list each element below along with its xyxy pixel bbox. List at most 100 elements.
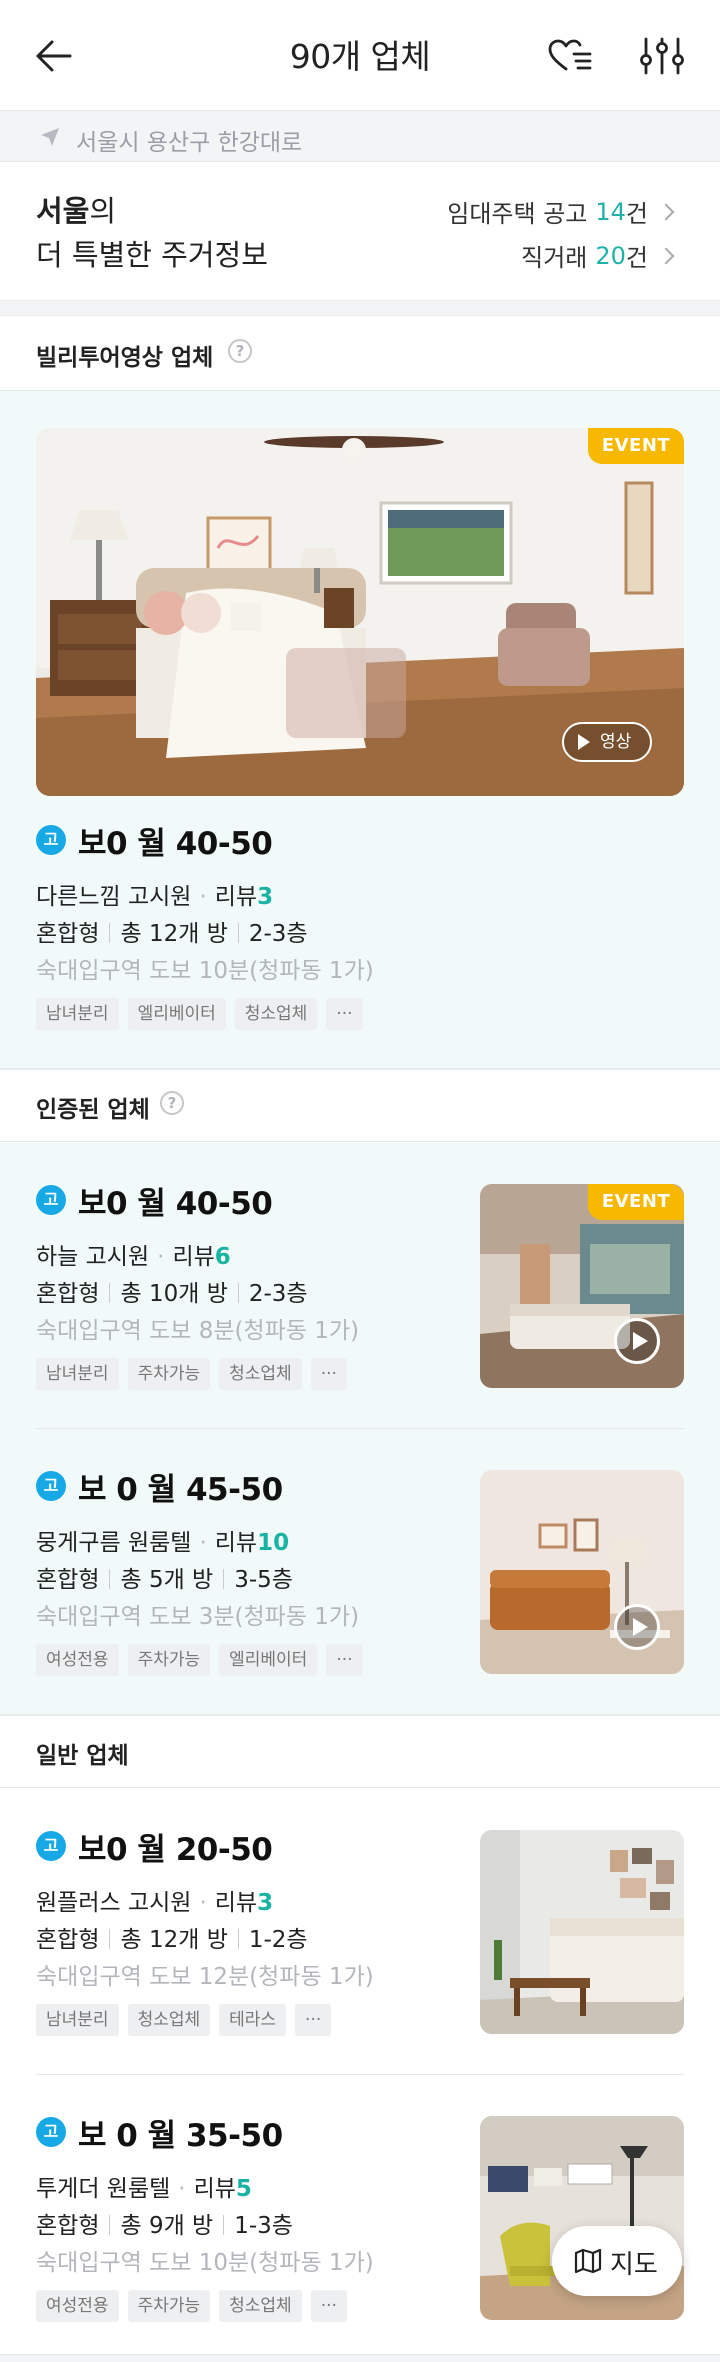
video-play-button[interactable] xyxy=(614,1604,660,1650)
map-icon xyxy=(574,2248,602,2274)
page-title: 90개 업체 xyxy=(289,37,431,76)
direct-deal-link[interactable]: 직거래 20 건 xyxy=(521,238,675,273)
room-photo xyxy=(480,1470,684,1674)
listing-tags: 여성전용 주차가능 청소업체 ··· xyxy=(36,2290,356,2322)
listing-station: 숙대입구역 도보 10분(청파동 1가) xyxy=(36,2250,374,2276)
listing-name-line: 하늘 고시원 · 리뷰6 xyxy=(36,1244,231,1270)
video-play-button[interactable] xyxy=(614,1318,660,1364)
listing-name: 다른느낌 고시원 xyxy=(36,884,192,910)
listing-specs: 혼합형 총 9개 방 1-3층 xyxy=(36,2206,293,2240)
video-play-button[interactable]: 영상 xyxy=(562,722,652,762)
navigation-arrow-icon xyxy=(41,128,59,146)
tag: 주차가능 xyxy=(127,1644,211,1676)
review-label: 리뷰 xyxy=(214,1890,258,1916)
rental-notice-label: 임대주택 공고 xyxy=(447,200,588,228)
video-label: 영상 xyxy=(600,732,632,752)
section-title: 일반 업체 xyxy=(36,1743,129,1769)
help-icon[interactable]: ? xyxy=(160,1091,184,1115)
room-type: 혼합형 xyxy=(36,1281,100,1307)
tag: 여성전용 xyxy=(36,2290,119,2322)
review-label: 리뷰 xyxy=(214,1530,258,1556)
more-tags[interactable]: ··· xyxy=(310,2290,347,2322)
type-badge: 고 xyxy=(36,1185,66,1215)
listing-price: 보0 월 20-50 xyxy=(78,1832,273,1868)
listing-name-line: 뭉게구름 원룸텔 · 리뷰10 xyxy=(36,1530,290,1556)
room-type: 혼합형 xyxy=(36,921,100,947)
floors: 3-5층 xyxy=(234,1567,293,1593)
location-bar[interactable]: 서울시 용산구 한강대로 xyxy=(0,110,720,162)
listing-tags: 남녀분리 주차가능 청소업체 ··· xyxy=(36,1358,356,1390)
verified-section-header: 인증된 업체 ? xyxy=(0,1070,720,1142)
listing-thumbnail[interactable] xyxy=(480,1470,684,1674)
review-count: 10 xyxy=(257,1530,290,1556)
tag: 청소업체 xyxy=(219,1358,302,1390)
map-button[interactable]: 지도 xyxy=(552,2226,682,2296)
play-icon xyxy=(578,734,590,750)
rental-notice-link[interactable]: 임대주택 공고 14 건 xyxy=(447,194,675,229)
favorites-button[interactable] xyxy=(548,38,592,74)
floors: 1-2층 xyxy=(248,1927,308,1953)
review-label: 리뷰 xyxy=(214,884,258,910)
event-badge: EVENT xyxy=(588,428,684,464)
listing-name-line: 투게더 원룸텔 · 리뷰5 xyxy=(36,2176,252,2202)
more-tags[interactable]: ··· xyxy=(310,1358,347,1390)
listing-name: 뭉게구름 원룸텔 xyxy=(36,1530,192,1556)
review-count: 3 xyxy=(257,1890,274,1916)
room-count: 총 9개 방 xyxy=(120,2213,214,2239)
app-header: 90개 업체 xyxy=(0,0,720,110)
tag: 테라스 xyxy=(219,2004,287,2036)
listing-station: 숙대입구역 도보 3분(청파동 1가) xyxy=(36,1604,360,1630)
review-label: 리뷰 xyxy=(172,1244,215,1270)
floors: 1-3층 xyxy=(234,2213,293,2239)
tag: 청소업체 xyxy=(234,998,318,1030)
general-section-header: 일반 업체 xyxy=(0,1716,720,1788)
room-count: 총 12개 방 xyxy=(120,921,228,947)
listing-price: 보 0 월 45-50 xyxy=(78,1472,283,1508)
listing-name-line: 다른느낌 고시원 · 리뷰3 xyxy=(36,884,274,910)
chevron-right-icon xyxy=(657,203,675,220)
list-divider xyxy=(36,1428,684,1429)
help-icon[interactable]: ? xyxy=(228,339,252,363)
tag: 남녀분리 xyxy=(36,2004,119,2036)
room-type: 혼합형 xyxy=(36,1567,100,1593)
bottom-divider xyxy=(0,2354,720,2362)
tag: 남녀분리 xyxy=(36,1358,119,1390)
review-count: 3 xyxy=(257,884,274,910)
section-title: 인증된 업체 xyxy=(36,1097,150,1123)
listing-station: 숙대입구역 도보 10분(청파동 1가) xyxy=(36,958,374,984)
city-heading: 서울의 xyxy=(36,188,116,230)
listing-tags: 여성전용 주차가능 엘리베이터 ··· xyxy=(36,1644,372,1676)
tag: 청소업체 xyxy=(219,2290,302,2322)
event-badge: EVENT xyxy=(588,1184,684,1220)
tag: 엘리베이터 xyxy=(219,1644,318,1676)
more-tags[interactable]: ··· xyxy=(295,2004,332,2036)
heart-list-icon xyxy=(548,39,592,71)
filter-button[interactable] xyxy=(640,36,684,76)
room-type: 혼합형 xyxy=(36,1927,100,1953)
floors: 2-3층 xyxy=(248,921,308,947)
review-count: 5 xyxy=(235,2176,252,2202)
more-tags[interactable]: ··· xyxy=(326,998,363,1030)
video-section-header: 빌리투어영상 업체 ? xyxy=(0,316,720,390)
tag: 청소업체 xyxy=(127,2004,211,2036)
tag: 주차가능 xyxy=(127,2290,211,2322)
direct-deal-label: 직거래 xyxy=(521,244,588,272)
direct-deal-count: 20 xyxy=(595,241,626,270)
city-summary: 서울의 더 특별한 주거정보 임대주택 공고 14 건 직거래 20 건 xyxy=(0,162,720,294)
floors: 2-3층 xyxy=(248,1281,308,1307)
tag: 남녀분리 xyxy=(36,998,119,1030)
section-divider xyxy=(0,300,720,316)
listing-name: 원플러스 고시원 xyxy=(36,1890,192,1916)
rental-notice-count: 14 xyxy=(595,197,626,226)
tag: 여성전용 xyxy=(36,1644,119,1676)
room-count: 총 5개 방 xyxy=(120,1567,214,1593)
room-count: 총 10개 방 xyxy=(120,1281,228,1307)
more-tags[interactable]: ··· xyxy=(326,1644,363,1676)
map-button-label: 지도 xyxy=(610,2250,658,2280)
list-divider xyxy=(36,2074,684,2075)
listing-name: 하늘 고시원 xyxy=(36,1244,150,1270)
listing-specs: 혼합형 총 10개 방 2-3층 xyxy=(36,1274,308,1308)
listing-station: 숙대입구역 도보 8분(청파동 1가) xyxy=(36,1318,360,1344)
listing-thumbnail[interactable] xyxy=(480,1830,684,2034)
section-title: 빌리투어영상 업체 xyxy=(36,345,214,371)
